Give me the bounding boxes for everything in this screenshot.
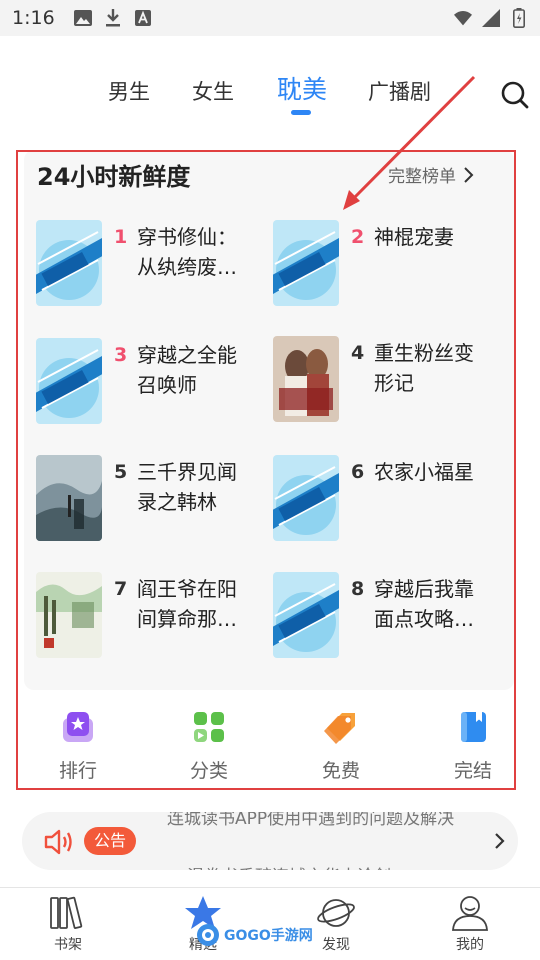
book-item[interactable]: 1 穿书修仙：从纨绔废… bbox=[36, 220, 266, 310]
announcement-text: 连城读书APP使用中遇到的问题及解决 bbox=[167, 812, 455, 829]
active-tab-indicator bbox=[291, 110, 311, 115]
search-icon[interactable] bbox=[500, 80, 530, 110]
book-title: 重生粉丝变形记 bbox=[374, 341, 474, 395]
book-icon bbox=[456, 710, 490, 744]
speaker-icon bbox=[44, 829, 74, 855]
announcement-bar[interactable]: 公告 连城读书APP使用中遇到的问题及解决 漫卷书香醉连城之华山论剑 bbox=[22, 812, 518, 870]
tab-female[interactable]: 女生 bbox=[192, 76, 234, 106]
quick-nav-label: 免费 bbox=[321, 760, 360, 782]
bookshelf-icon bbox=[48, 894, 88, 932]
quick-nav-label: 完结 bbox=[453, 760, 492, 782]
book-cover bbox=[36, 220, 102, 306]
nav-profile[interactable]: 我的 bbox=[430, 894, 510, 954]
rank-number: 6 bbox=[351, 461, 365, 483]
quick-nav-free[interactable]: 免费 bbox=[311, 710, 371, 783]
watermark-text: GOGO手游网 bbox=[224, 928, 313, 944]
star-box-icon bbox=[61, 710, 95, 744]
grid-icon bbox=[192, 710, 226, 744]
book-cover bbox=[273, 220, 339, 306]
nav-label: 书架 bbox=[54, 937, 82, 953]
tab-male[interactable]: 男生 bbox=[108, 76, 150, 106]
book-title: 穿越之全能召唤师 bbox=[137, 343, 237, 397]
image-icon bbox=[74, 9, 92, 27]
signal-icon bbox=[482, 9, 500, 27]
book-title: 神棍宠妻 bbox=[374, 225, 454, 249]
rank-number: 4 bbox=[351, 342, 365, 364]
rank-number: 7 bbox=[114, 578, 128, 600]
watermark-logo-icon bbox=[197, 924, 219, 946]
status-bar: 1:16 bbox=[0, 0, 540, 36]
book-item[interactable]: 4 重生粉丝变形记 bbox=[273, 336, 503, 426]
quick-nav: 排行 分类 免费 完结 bbox=[24, 700, 514, 786]
book-title: 穿越后我靠面点攻略… bbox=[374, 577, 474, 631]
channel-tabs: 男生 女生 耽美 广播剧 bbox=[0, 70, 540, 120]
announcement-badge: 公告 bbox=[84, 827, 137, 855]
book-item[interactable]: 2 神棍宠妻 bbox=[273, 220, 503, 310]
book-title: 三千界见闻录之韩林 bbox=[137, 460, 237, 514]
book-cover bbox=[273, 455, 339, 541]
quick-nav-finished[interactable]: 完结 bbox=[443, 710, 503, 783]
book-title: 穿书修仙：从纨绔废… bbox=[137, 225, 237, 279]
book-item[interactable]: 6 农家小福星 bbox=[273, 455, 503, 545]
wifi-icon bbox=[454, 9, 472, 27]
tab-radio-drama[interactable]: 广播剧 bbox=[368, 76, 431, 106]
rank-number: 5 bbox=[114, 461, 128, 483]
announcement-text-next: 漫卷书香醉连城之华山论剑 bbox=[187, 862, 391, 870]
rank-number: 2 bbox=[351, 226, 365, 248]
book-item[interactable]: 8 穿越后我靠面点攻略… bbox=[273, 572, 503, 662]
full-ranking-link[interactable]: 完整榜单 bbox=[388, 162, 474, 187]
book-cover bbox=[36, 455, 102, 541]
battery-icon bbox=[510, 8, 528, 28]
book-item[interactable]: 7 阎王爷在阳间算命那… bbox=[36, 572, 266, 662]
quick-nav-category[interactable]: 分类 bbox=[179, 710, 239, 783]
nav-bookshelf[interactable]: 书架 bbox=[28, 894, 108, 954]
book-cover bbox=[36, 572, 102, 658]
watermark: GOGO手游网 bbox=[196, 922, 313, 948]
tag-icon bbox=[324, 710, 358, 744]
a-box-icon bbox=[134, 9, 152, 27]
rank-number: 1 bbox=[114, 226, 128, 248]
rank-number: 3 bbox=[114, 344, 128, 366]
book-item[interactable]: 5 三千界见闻录之韩林 bbox=[36, 455, 266, 545]
book-cover bbox=[273, 572, 339, 658]
download-icon bbox=[104, 9, 122, 27]
book-cover bbox=[273, 336, 339, 422]
book-item[interactable]: 3 穿越之全能召唤师 bbox=[36, 338, 266, 428]
book-cover bbox=[36, 338, 102, 424]
status-time: 1:16 bbox=[12, 7, 55, 29]
app-screen: 1:16 男生 女生 耽美 广播剧 24小时新鲜度 完整榜单 1 穿书修仙：从纨… bbox=[0, 0, 540, 960]
book-title: 农家小福星 bbox=[374, 460, 474, 484]
quick-nav-ranking[interactable]: 排行 bbox=[48, 710, 108, 783]
profile-icon bbox=[450, 894, 490, 932]
full-ranking-label: 完整榜单 bbox=[388, 167, 456, 187]
chevron-right-icon bbox=[464, 166, 474, 183]
chevron-right-icon bbox=[492, 832, 508, 850]
planet-icon bbox=[316, 894, 356, 932]
quick-nav-label: 分类 bbox=[189, 760, 228, 782]
book-title: 阎王爷在阳间算命那… bbox=[137, 577, 237, 631]
quick-nav-label: 排行 bbox=[58, 760, 97, 782]
ranking-title: 24小时新鲜度 bbox=[37, 163, 191, 191]
rank-number: 8 bbox=[351, 578, 365, 600]
tab-danmei[interactable]: 耽美 bbox=[277, 70, 327, 106]
nav-label: 我的 bbox=[456, 937, 484, 953]
